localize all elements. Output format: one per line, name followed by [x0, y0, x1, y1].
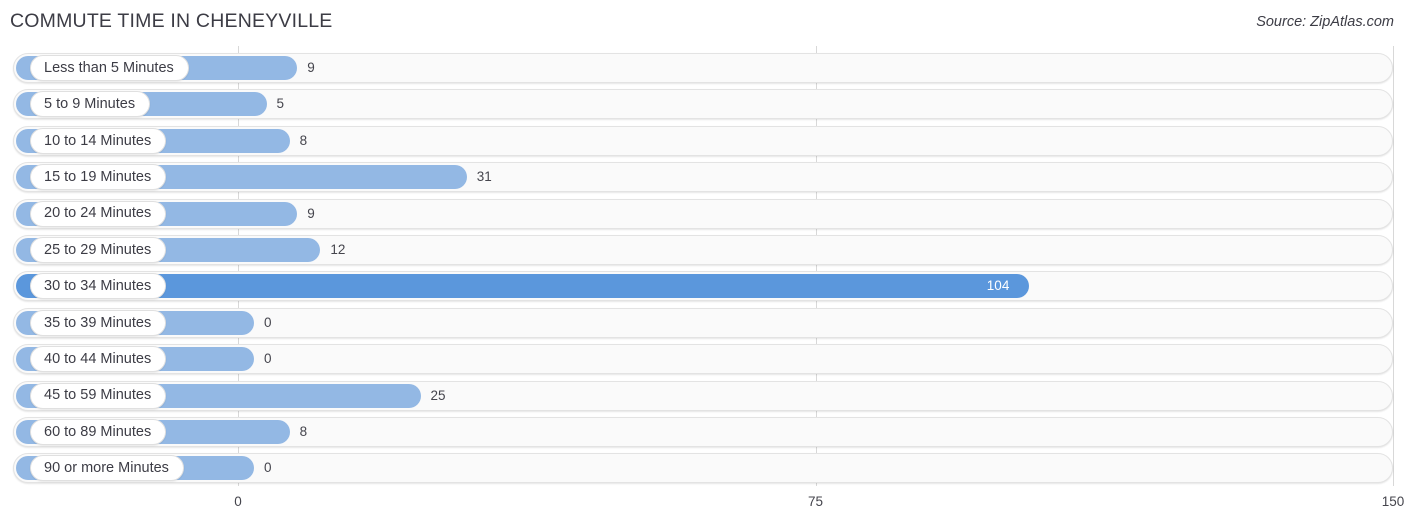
bar-fill [16, 274, 1029, 299]
bar-value-label: 104 [986, 278, 1010, 294]
bar-category-label: Less than 5 Minutes [44, 59, 174, 76]
bar-label-pill: 15 to 19 Minutes [30, 164, 167, 191]
bar-label-pill: Less than 5 Minutes [30, 55, 189, 81]
bar-category-label: 15 to 19 Minutes [44, 168, 152, 185]
source-attribution: Source: ZipAtlas.com [1256, 14, 1394, 30]
page-title: COMMUTE TIME IN CHENEYVILLE [10, 10, 333, 32]
x-tick-label: 150 [1381, 494, 1405, 509]
bar-row[interactable]: 40 to 44 Minutes 0 [13, 344, 1393, 375]
bar-label-pill: 10 to 14 Minutes [30, 127, 167, 154]
x-tick-label: 0 [234, 494, 242, 509]
bar-rows: Less than 5 Minutes 9 5 to 9 Minutes 5 10 to… [0, 46, 1406, 486]
bar-value-label: 25 [430, 387, 446, 403]
bar-label-pill: 20 to 24 Minutes [30, 200, 167, 227]
bar-category-label: 25 to 29 Minutes [44, 241, 152, 258]
bar-row[interactable]: 20 to 24 Minutes 9 [13, 198, 1393, 229]
bar-category-label: 30 to 34 Minutes [44, 278, 152, 295]
bar-value-label: 9 [307, 60, 315, 75]
bar-category-label: 90 or more Minutes [44, 460, 169, 477]
x-axis: 0 75 150 [0, 486, 1406, 523]
bar-value-label: 12 [330, 242, 346, 257]
bar-row[interactable]: 10 to 14 Minutes 8 [13, 125, 1393, 156]
bar-value-label: 8 [299, 424, 308, 439]
bar-category-label: 10 to 14 Minutes [44, 132, 152, 149]
bar-value-label: 0 [264, 351, 272, 367]
bar-row[interactable]: 30 to 34 Minutes 104 [13, 271, 1393, 302]
bar-row[interactable]: 60 to 89 Minutes 8 [13, 417, 1393, 447]
bar-label-pill: 60 to 89 Minutes [30, 419, 167, 445]
chart-plot-area: Less than 5 Minutes 9 5 to 9 Minutes 5 10 to… [0, 46, 1406, 486]
bar-row[interactable]: 25 to 29 Minutes 12 [13, 235, 1393, 265]
bar-label-pill: 5 to 9 Minutes [30, 91, 151, 118]
bar-label-pill: 30 to 34 Minutes [30, 273, 167, 300]
bar-value-label: 8 [299, 132, 308, 148]
bar-category-label: 20 to 24 Minutes [44, 205, 152, 222]
bar-label-pill: 45 to 59 Minutes [30, 382, 167, 409]
bar-row[interactable]: 35 to 39 Minutes 0 [13, 307, 1393, 338]
bar-label-pill: 90 or more Minutes [30, 455, 184, 482]
bar-category-label: 5 to 9 Minutes [44, 96, 136, 113]
bar-row[interactable]: 90 or more Minutes 0 [13, 453, 1393, 484]
bar-value-label: 0 [264, 314, 272, 330]
bar-category-label: 40 to 44 Minutes [44, 350, 152, 367]
bar-label-pill: 40 to 44 Minutes [30, 346, 167, 373]
bar-category-label: 35 to 39 Minutes [44, 314, 152, 331]
bar-row[interactable]: Less than 5 Minutes 9 [13, 53, 1393, 83]
bar-value-label: 9 [307, 205, 315, 221]
bar-value-label: 0 [264, 460, 272, 476]
bar-label-pill: 25 to 29 Minutes [30, 237, 167, 263]
bar-category-label: 45 to 59 Minutes [44, 387, 152, 404]
bar-label-pill: 35 to 39 Minutes [30, 309, 167, 336]
x-tick-label: 75 [807, 494, 824, 509]
bar-category-label: 60 to 89 Minutes [44, 423, 152, 440]
bar-value-label: 5 [276, 96, 285, 112]
bar-value-label: 31 [476, 169, 492, 185]
bar-row[interactable]: 45 to 59 Minutes 25 [13, 380, 1393, 411]
chart-header: COMMUTE TIME IN CHENEYVILLE Source: ZipA… [0, 0, 1406, 46]
bar-row[interactable]: 15 to 19 Minutes 31 [13, 162, 1393, 193]
bar-row[interactable]: 5 to 9 Minutes 5 [13, 89, 1393, 120]
